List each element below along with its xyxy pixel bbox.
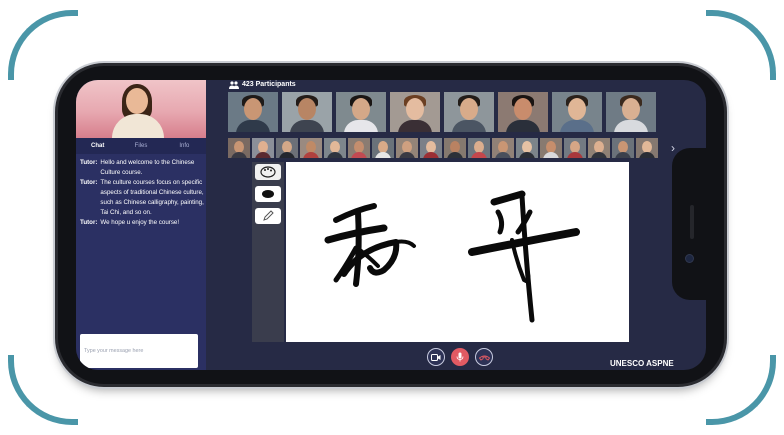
hang-up-icon xyxy=(478,355,490,361)
tutor-face xyxy=(126,88,148,114)
eraser-tool-button[interactable] xyxy=(255,186,281,202)
chat-tabs: Chat Files Info xyxy=(76,138,206,154)
palette-icon xyxy=(260,166,276,178)
participant-thumbnail-row xyxy=(228,138,658,158)
participant-video[interactable] xyxy=(552,92,602,132)
chat-panel: Chat Files Info Tutor: Hello and welcome… xyxy=(76,80,206,370)
participant-thumbnail[interactable] xyxy=(372,138,394,158)
chat-messages: Tutor: Hello and welcome to the Chinese … xyxy=(80,158,204,228)
watermark: UNESCO ASPNE xyxy=(610,359,674,368)
participant-video[interactable] xyxy=(336,92,386,132)
participant-thumbnail[interactable] xyxy=(636,138,658,158)
participant-video[interactable] xyxy=(390,92,440,132)
message-text: We hope u enjoy the course! xyxy=(100,219,180,226)
participant-thumbnail[interactable] xyxy=(324,138,346,158)
tutor-video[interactable] xyxy=(76,80,206,138)
chat-message-input[interactable] xyxy=(80,334,198,368)
participant-thumbnail[interactable] xyxy=(564,138,586,158)
call-controls xyxy=(427,348,493,366)
ellipse-brush-icon xyxy=(262,190,274,198)
participant-thumbnail[interactable] xyxy=(300,138,322,158)
mic-toggle-button[interactable] xyxy=(451,348,469,366)
chat-message: Tutor: Hello and welcome to the Chinese … xyxy=(80,158,204,178)
phone-volume-button xyxy=(472,61,510,65)
message-sender: Tutor: xyxy=(80,219,98,226)
participant-video[interactable] xyxy=(282,92,332,132)
participant-thumbnail[interactable] xyxy=(228,138,250,158)
participant-thumbnail[interactable] xyxy=(252,138,274,158)
corner-bracket-bottom-right xyxy=(706,355,776,425)
participant-video[interactable] xyxy=(606,92,656,132)
people-icon xyxy=(229,81,239,89)
tab-files[interactable]: Files xyxy=(119,138,162,154)
participant-thumbnail[interactable] xyxy=(444,138,466,158)
pencil-icon xyxy=(263,210,274,221)
front-camera-icon xyxy=(686,255,693,262)
video-toggle-button[interactable] xyxy=(427,348,445,366)
whiteboard-toolbar xyxy=(252,162,284,342)
participant-video[interactable] xyxy=(228,92,278,132)
hang-up-button[interactable] xyxy=(475,348,493,366)
palette-tool-button[interactable] xyxy=(255,164,281,180)
tutor-body xyxy=(112,114,164,138)
tab-chat[interactable]: Chat xyxy=(76,138,119,154)
tab-info[interactable]: Info xyxy=(163,138,206,154)
participant-video[interactable] xyxy=(444,92,494,132)
chevron-right-icon[interactable]: › xyxy=(671,139,675,157)
video-camera-icon xyxy=(431,353,441,361)
corner-bracket-top-left xyxy=(8,10,78,80)
participant-thumbnail[interactable] xyxy=(588,138,610,158)
participant-thumbnail[interactable] xyxy=(396,138,418,158)
participant-video-row xyxy=(228,92,656,132)
microphone-icon xyxy=(456,352,464,362)
participant-thumbnail[interactable] xyxy=(348,138,370,158)
corner-bracket-top-right xyxy=(706,10,776,80)
phone-notch xyxy=(672,148,718,300)
message-sender: Tutor: xyxy=(80,179,98,186)
message-sender: Tutor: xyxy=(80,159,98,166)
whiteboard-canvas[interactable] xyxy=(286,162,629,342)
participant-thumbnail[interactable] xyxy=(468,138,490,158)
participant-video[interactable] xyxy=(498,92,548,132)
pencil-tool-button[interactable] xyxy=(255,208,281,224)
phone-speaker xyxy=(690,205,694,239)
participant-thumbnail[interactable] xyxy=(516,138,538,158)
participant-thumbnail[interactable] xyxy=(612,138,634,158)
participant-thumbnail[interactable] xyxy=(540,138,562,158)
calligraphy-drawing xyxy=(324,190,580,323)
participants-count: 423 Participants xyxy=(242,81,296,88)
phone-volume-button xyxy=(560,61,612,65)
chat-message: Tutor: The culture courses focus on spec… xyxy=(80,178,204,218)
phone-screen: Chat Files Info Tutor: Hello and welcome… xyxy=(76,80,706,370)
phone-power-button xyxy=(490,385,546,389)
message-text: Hello and welcome to the Chinese Culture… xyxy=(100,159,195,176)
message-text: The culture courses focus on specific as… xyxy=(100,179,204,216)
participant-thumbnail[interactable] xyxy=(276,138,298,158)
participant-thumbnail[interactable] xyxy=(492,138,514,158)
chat-message: Tutor: We hope u enjoy the course! xyxy=(80,218,204,228)
participants-header: 423 Participants xyxy=(229,80,296,90)
participant-thumbnail[interactable] xyxy=(420,138,442,158)
